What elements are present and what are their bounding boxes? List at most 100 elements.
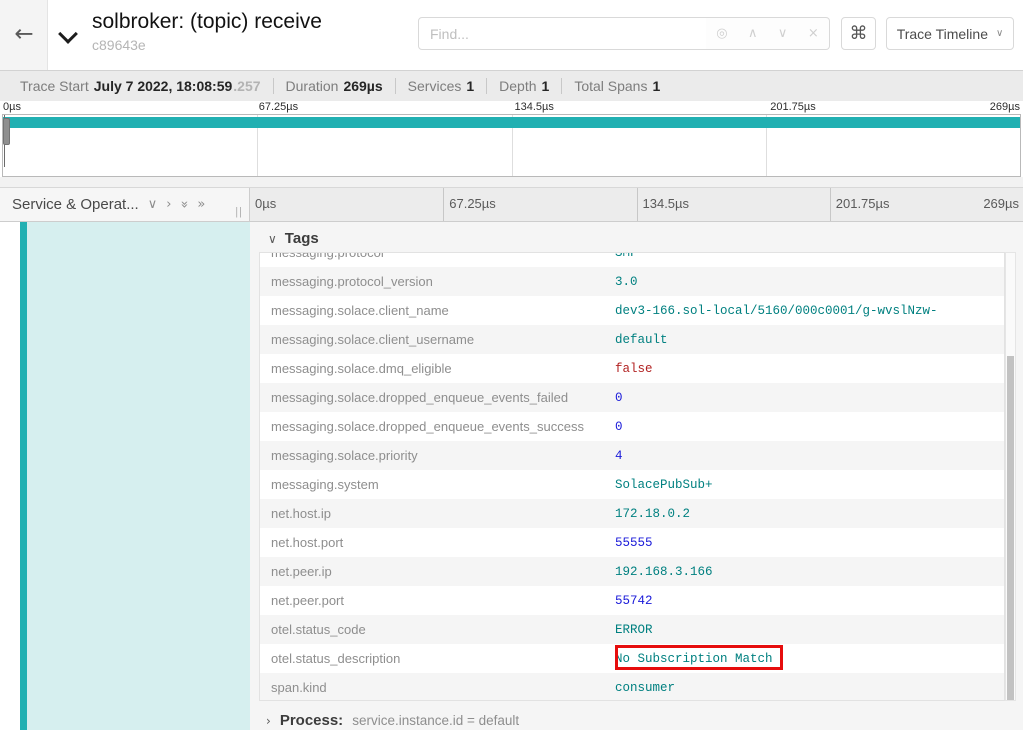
tag-value: 4 bbox=[615, 449, 623, 463]
minimap-scrubber-handle[interactable] bbox=[3, 118, 10, 145]
process-section-label: Process: bbox=[280, 712, 343, 729]
tag-key: net.host.ip bbox=[260, 506, 615, 521]
summary-item-value: July 7 2022, 18:08:59 bbox=[94, 78, 233, 94]
title-block: solbroker: (topic) receive c89643e bbox=[92, 8, 322, 54]
process-chevron-icon: › bbox=[266, 714, 271, 728]
view-selector-label: Trace Timeline bbox=[897, 26, 988, 42]
expand-one-icon[interactable]: › bbox=[166, 197, 171, 212]
expand-all-icon[interactable]: » bbox=[197, 197, 205, 212]
tag-key: messaging.solace.client_username bbox=[260, 332, 615, 347]
summary-item: Trace StartJuly 7 2022, 18:08:59.257 bbox=[8, 78, 273, 94]
find-input[interactable] bbox=[418, 17, 707, 50]
summary-item: Duration269µs bbox=[273, 78, 395, 94]
process-section-toggle[interactable]: › Process: service.instance.id = default bbox=[266, 712, 519, 729]
summary-item-label: Trace Start bbox=[20, 78, 89, 94]
keyboard-shortcuts-button[interactable]: ⌘ bbox=[841, 17, 876, 50]
back-button[interactable]: ← bbox=[6, 16, 42, 52]
process-summary: service.instance.id = default bbox=[352, 713, 519, 728]
minimap-tick-label: 269µs bbox=[990, 101, 1020, 113]
span-row[interactable] bbox=[0, 222, 250, 730]
ruler-tick-label: 134.5µs bbox=[643, 196, 690, 211]
collapse-all-icon[interactable]: » bbox=[177, 201, 192, 209]
summary-item-label: Depth bbox=[499, 78, 536, 94]
command-icon: ⌘ bbox=[850, 23, 868, 44]
tags-key-value-table: messaging.protocolSMFmessaging.protocol_… bbox=[259, 252, 1005, 701]
ruler-tick-label: 269µs bbox=[983, 196, 1019, 211]
collapse-trace-chevron-icon[interactable] bbox=[61, 27, 76, 42]
span-color-bar bbox=[20, 222, 27, 730]
summary-item-value: 1 bbox=[466, 78, 474, 94]
ruler-tick-label: 201.75µs bbox=[836, 196, 890, 211]
tag-row: otel.status_descriptionNo Subscription M… bbox=[260, 644, 1004, 673]
find-controls: ◎ ∧ ∨ × bbox=[706, 17, 830, 50]
sort-caret-icon[interactable]: ∨ bbox=[148, 197, 158, 212]
summary-item-value: 1 bbox=[542, 78, 550, 94]
summary-item-value: 1 bbox=[652, 78, 660, 94]
tag-value: 55742 bbox=[615, 594, 653, 608]
tag-key: net.peer.ip bbox=[260, 564, 615, 579]
tag-row: messaging.protocol_version3.0 bbox=[260, 267, 1004, 296]
tag-row: messaging.solace.client_usernamedefault bbox=[260, 325, 1004, 354]
ruler-ticks: 0µs 67.25µs 134.5µs 201.75µs 269µs bbox=[250, 188, 1023, 221]
column-resizer-grip[interactable]: || bbox=[235, 206, 243, 218]
tag-value: dev3-166.sol-local/5160/000c0001/g-wvslN… bbox=[615, 304, 938, 318]
minimap-span-bar[interactable] bbox=[3, 117, 1020, 128]
ruler-tick-label: 67.25µs bbox=[449, 196, 496, 211]
minimap-tick-labels: 0µs67.25µs134.5µs201.75µs269µs bbox=[0, 101, 1023, 114]
view-selector-button[interactable]: Trace Timeline ∨ bbox=[886, 17, 1014, 50]
tag-value: 192.168.3.166 bbox=[615, 565, 713, 579]
tag-value: 3.0 bbox=[615, 275, 638, 289]
trace-minimap[interactable] bbox=[2, 114, 1021, 177]
trace-id: c89643e bbox=[92, 36, 322, 54]
tag-key: span.kind bbox=[260, 680, 615, 695]
annotation-highlight-box bbox=[615, 645, 783, 670]
timeline-ruler: Service & Operat... ∨ › » » || 0µs 67.25µ… bbox=[0, 187, 1023, 222]
tag-key: messaging.solace.dropped_enqueue_events_… bbox=[260, 390, 615, 405]
tag-row: net.host.ip172.18.0.2 bbox=[260, 499, 1004, 528]
summary-item-value: 269µs bbox=[343, 78, 382, 94]
trace-summary-bar: Trace StartJuly 7 2022, 18:08:59.257Dura… bbox=[0, 70, 1023, 101]
summary-item: Services1 bbox=[395, 78, 486, 94]
ruler-tick-cell: 134.5µs bbox=[637, 188, 830, 221]
tag-value: consumer bbox=[615, 681, 675, 695]
tag-key: messaging.solace.priority bbox=[260, 448, 615, 463]
scrollbar-thumb[interactable] bbox=[1007, 356, 1014, 700]
back-arrow-icon: ← bbox=[14, 21, 33, 47]
ruler-tick-cell: 67.25µs bbox=[443, 188, 636, 221]
tag-row: messaging.solace.dmq_eligiblefalse bbox=[260, 354, 1004, 383]
tag-row: net.peer.port55742 bbox=[260, 586, 1004, 615]
tags-section-label: Tags bbox=[285, 230, 319, 247]
find-clear-icon[interactable]: × bbox=[808, 26, 819, 41]
summary-item-label: Total Spans bbox=[574, 78, 647, 94]
summary-item-label: Services bbox=[408, 78, 462, 94]
back-zone: ← bbox=[0, 0, 48, 70]
minimap-tick-label: 134.5µs bbox=[515, 101, 554, 113]
tags-section-toggle[interactable]: ∨ Tags bbox=[268, 230, 319, 247]
tag-key: otel.status_description bbox=[260, 651, 615, 666]
service-operation-label: Service & Operat... bbox=[12, 196, 139, 213]
tag-key: messaging.solace.client_name bbox=[260, 303, 615, 318]
tag-row: messaging.solace.dropped_enqueue_events_… bbox=[260, 412, 1004, 441]
tag-row: messaging.solace.client_namedev3-166.sol… bbox=[260, 296, 1004, 325]
ruler-tick-cell: 201.75µs 269µs bbox=[830, 188, 1023, 221]
find-target-icon[interactable]: ◎ bbox=[716, 26, 727, 41]
ruler-tick-cell: 0µs bbox=[250, 188, 443, 221]
tag-key: otel.status_code bbox=[260, 622, 615, 637]
tag-value: 55555 bbox=[615, 536, 653, 550]
span-detail-pane: ∨ Tags messaging.protocolSMFmessaging.pr… bbox=[250, 222, 1023, 730]
minimap-lower-strip bbox=[0, 177, 1023, 187]
service-operation-header: Service & Operat... ∨ › » » || bbox=[0, 188, 250, 221]
minimap-tick-label: 67.25µs bbox=[259, 101, 298, 113]
tag-value: default bbox=[615, 333, 668, 347]
tag-value: SMF bbox=[615, 252, 638, 260]
tag-row: otel.status_codeERROR bbox=[260, 615, 1004, 644]
summary-item: Total Spans 1 bbox=[561, 78, 672, 94]
tag-key: messaging.protocol_version bbox=[260, 274, 615, 289]
find-prev-icon[interactable]: ∧ bbox=[748, 26, 758, 41]
span-detail-area: ∨ Tags messaging.protocolSMFmessaging.pr… bbox=[0, 222, 1023, 730]
tag-row: net.peer.ip192.168.3.166 bbox=[260, 557, 1004, 586]
tag-value: 172.18.0.2 bbox=[615, 507, 690, 521]
find-next-icon[interactable]: ∨ bbox=[778, 26, 788, 41]
tag-row: span.kindconsumer bbox=[260, 673, 1004, 701]
summary-item: Depth 1 bbox=[486, 78, 561, 94]
